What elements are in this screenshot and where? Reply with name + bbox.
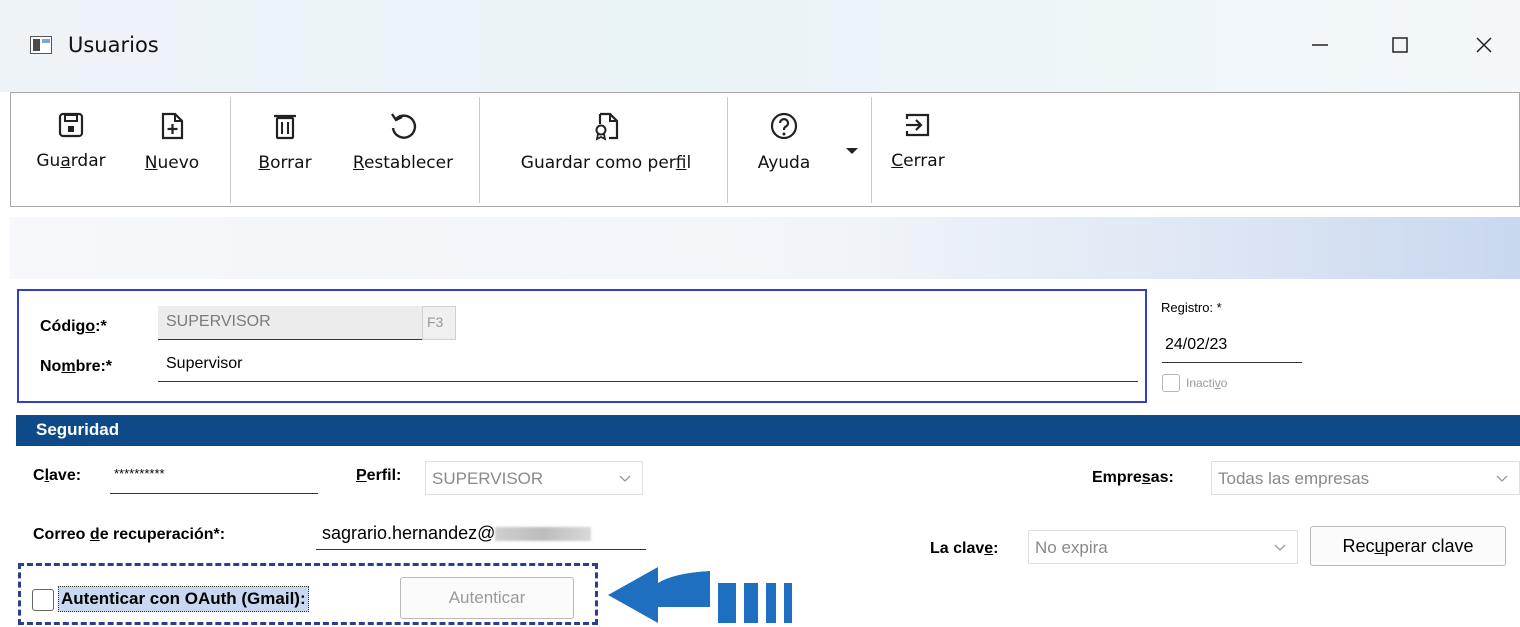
recuperar-clave-button[interactable]: Rec u perar clave [1310,526,1506,566]
window-title: Usuarios [68,33,159,57]
ayuda-button[interactable]: Ayuda [739,93,829,206]
help-icon [770,112,798,140]
nombre-input[interactable]: Supervisor [158,348,1138,382]
toolbar-separator [871,97,872,203]
empresas-select[interactable]: Todas las empresas [1211,461,1520,495]
perfil-label: Perfil: [356,467,402,484]
toolbar-separator [727,97,728,203]
seguridad-header: Seguridad [16,415,1520,446]
undo-icon [391,113,417,139]
perfil-select[interactable]: SUPERVISOR [425,461,643,495]
cerrar-label: Cerrar [891,151,945,171]
chevron-down-icon [1274,544,1286,551]
maximize-icon [1392,37,1408,53]
oauth-checkbox[interactable] [32,589,54,611]
redacted-domain [495,527,592,541]
correo-value: sagrario.hernandez@ [322,523,496,543]
clave-input[interactable]: ********** [110,462,318,494]
inactivo-checkbox[interactable] [1162,374,1180,392]
chevron-down-icon [619,475,631,482]
borrar-button[interactable]: Borrar [245,93,325,206]
ayuda-dropdown[interactable] [845,143,859,161]
toolbar-separator [479,97,480,203]
toolbar: Guardar Nuevo Borrar Restablecer Guardar… [10,92,1520,207]
new-document-icon [161,112,184,140]
annotation-arrow-icon [608,567,792,623]
dropdown-arrow-icon [846,148,858,154]
codigo-input[interactable]: SUPERVISOR [158,306,422,340]
borrar-label: Borrar [258,153,312,173]
guardar-perfil-label: Guardar como perfil [520,153,692,173]
guardar-perfil-button[interactable]: Guardar como perfil [485,93,727,206]
certificate-document-icon [595,112,619,141]
registro-input[interactable]: 24/02/23 [1162,331,1302,363]
nuevo-button[interactable]: Nuevo [133,93,211,206]
restablecer-button[interactable]: Restablecer [329,93,477,206]
nuevo-label: Nuevo [144,153,200,173]
correo-label: Correo de recuperación*: [33,526,226,543]
registro-label: Registro: * [1161,300,1222,315]
correo-input[interactable]: sagrario.hernandez@ [316,518,646,550]
codigo-label: Código:* [40,318,107,335]
inactivo-label: Inactivo [1186,376,1228,390]
perfil-value: SUPERVISOR [432,469,544,488]
guardar-button[interactable]: Guardar [31,93,111,206]
guardar-label: Guardar [36,151,106,171]
la-clave-value: No expira [1035,538,1108,557]
clave-label: Clave: [33,467,82,484]
minimize-icon [1312,44,1328,46]
empresas-value: Todas las empresas [1218,469,1370,488]
trash-icon [274,114,296,140]
restablecer-label: Restablecer [352,153,454,173]
minimize-button[interactable] [1290,20,1350,70]
maximize-button[interactable] [1370,20,1430,70]
nombre-label: Nombre:* [40,358,113,375]
close-icon [1476,37,1492,53]
la-clave-select[interactable]: No expira [1028,530,1298,564]
ayuda-label: Ayuda [757,153,811,173]
la-clave-label: La clave: [930,540,999,557]
autenticar-button[interactable]: Autenticar [400,577,574,619]
chevron-down-icon [1496,475,1508,482]
info-band [10,217,1520,279]
empresas-label: Empresas: [1092,469,1174,486]
save-icon [58,112,84,138]
exit-icon [905,113,930,137]
app-icon [30,36,52,54]
codigo-lookup-button[interactable]: F3 [422,306,456,340]
toolbar-separator [230,97,231,203]
oauth-label: Autenticar con OAuth (Gmail): [58,586,309,612]
cerrar-button[interactable]: Cerrar [883,93,953,206]
close-button[interactable] [1454,20,1514,70]
